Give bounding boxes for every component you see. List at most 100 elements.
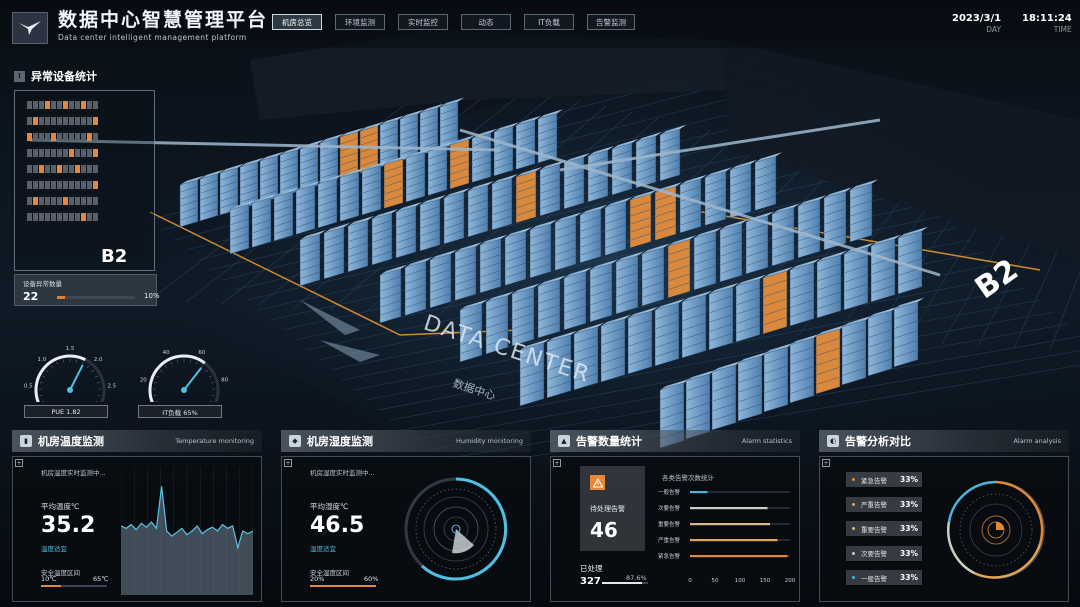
nav-tab-1[interactable]: 环境监测 (335, 14, 385, 30)
nav-tab-5[interactable]: 告警监测 (587, 14, 635, 30)
pending-alarm-count: 46 (590, 518, 618, 542)
alarm-bar[interactable] (690, 523, 770, 526)
alarm-x-tick: 200 (785, 578, 796, 584)
status-dot (852, 502, 855, 506)
alarm-category-label: 一般告警 (658, 488, 681, 496)
analysis-item-name: 重要告警 (861, 525, 887, 534)
gauge-tick: 60 (198, 350, 205, 356)
alarm-category-label: 次要告警 (658, 504, 681, 512)
pending-alarm-label: 待处理告警 (590, 505, 625, 513)
warning-icon: ! (14, 70, 25, 82)
it-load-gauge: 020406080100 (140, 350, 229, 402)
humidity-range-min: 20% (310, 575, 325, 583)
gauge-tick: 40 (163, 350, 170, 356)
pending-alarm-box[interactable]: 待处理告警 46 (580, 466, 645, 551)
alarm-category-label: 严重告警 (658, 536, 681, 544)
abnormal-section-title: ! 异常设备统计 (14, 68, 97, 84)
processed-label: 已处理 (580, 564, 603, 573)
gauge-tick: 1.5 (66, 346, 75, 352)
analysis-panel-header: ◐ 告警分析对比 Alarm analysis (819, 430, 1069, 452)
alarm-bar[interactable] (690, 491, 708, 494)
rack-floor-label: B2 (101, 246, 128, 267)
analysis-item-value: 33% (900, 524, 918, 533)
nav-tab-4[interactable]: IT负载 (524, 14, 574, 30)
humidity-avg-label: 平均湿度℃ (310, 502, 349, 511)
alarm-x-tick: 150 (760, 578, 771, 584)
nav-tab-3[interactable]: 动态 (461, 14, 511, 30)
expand-icon[interactable]: + (15, 459, 23, 467)
analysis-item-value: 33% (900, 499, 918, 509)
humidity-status: 湿度适宜 (310, 545, 336, 553)
alarm-bar[interactable] (690, 555, 788, 558)
analysis-item[interactable]: 严重告警 33% (846, 496, 922, 512)
expand-icon[interactable]: + (284, 459, 292, 467)
nav-tab-0[interactable]: 机房总览 (272, 14, 322, 30)
alarm-bar-chart: 一般告警次要告警重要告警严重告警紧急告警 0 50 100 150 200 (658, 488, 796, 584)
abnormal-progress-bar (57, 296, 135, 299)
abnormal-count-value: 22 (23, 290, 39, 303)
temperature-range-min: 10℃ (41, 575, 57, 583)
gauge-tick: 2.0 (94, 357, 103, 363)
processed-percent: 87.6% (626, 574, 647, 582)
processed-progress-bar (602, 582, 648, 584)
status-dot (852, 527, 855, 530)
alarm-chart-title: 各类告警次数统计 (662, 474, 714, 482)
alarm-x-tick: 100 (735, 578, 746, 584)
top-header: 数据中心智慧管理平台 Data center intelligent manag… (0, 0, 1080, 48)
gauge-tick: 1.0 (38, 357, 47, 363)
expand-icon[interactable]: + (822, 459, 830, 467)
analysis-item[interactable]: 次要告警 33% (846, 545, 922, 561)
temperature-line-chart (121, 467, 253, 595)
temperature-range-bar (41, 585, 107, 587)
pue-gauge: 00.51.01.52.02.53.0 (24, 346, 117, 402)
pue-label: PUE 1.82 (24, 405, 108, 418)
humidity-range-max: 60% (364, 575, 379, 583)
analytics-icon: ◐ (827, 435, 839, 447)
droplet-icon: ◆ (289, 435, 301, 447)
gauge-tick: 0.5 (24, 384, 33, 390)
expand-icon[interactable]: + (553, 459, 561, 467)
date-label: DAY (986, 25, 1002, 34)
date-value: 2023/3/1 (952, 13, 1002, 24)
alarm-x-tick: 0 (688, 578, 692, 584)
humidity-chart-title: 机房湿度实时监测中... (310, 469, 375, 477)
bird-logo-icon (19, 21, 41, 35)
analysis-item[interactable]: 重要告警 33% (846, 521, 922, 536)
temperature-avg-value: 35.2 (41, 513, 96, 538)
alarm-bar[interactable] (690, 507, 768, 510)
logo (12, 12, 48, 44)
analysis-item-value: 33% (900, 573, 918, 582)
alarm-category-label: 重要告警 (658, 520, 681, 528)
analysis-item[interactable]: 一般告警 33% (846, 570, 922, 585)
warning-icon: ▲ (558, 435, 570, 447)
status-dot (852, 551, 855, 555)
status-dot (852, 576, 855, 579)
gauge-tick: 80 (221, 378, 228, 384)
date-display: 2023/3/1 DAY (952, 13, 1001, 35)
top-nav-tabs: 机房总览 环境监测 实时监控 动态 IT负载 告警监测 (272, 14, 635, 30)
analysis-item-name: 严重告警 (861, 501, 887, 509)
abnormal-rack-map[interactable]: B2 (14, 90, 155, 271)
humidity-avg-value: 46.5 (310, 513, 365, 538)
humidity-panel: + 机房湿度实时监测中... 平均湿度℃ 46.5 湿度适宜 安全湿度区间 20… (281, 456, 531, 602)
analysis-item-value: 33% (900, 475, 918, 484)
alarm-bar[interactable] (690, 539, 778, 542)
alarm-x-tick: 50 (712, 578, 719, 584)
analysis-item[interactable]: 紧急告警 33% (846, 472, 922, 487)
analysis-item-value: 33% (900, 548, 918, 558)
time-value: 18:11:24 (1022, 13, 1072, 24)
humidity-range-bar (310, 585, 376, 587)
app-subtitle: Data center intelligent management platf… (58, 33, 247, 42)
alert-triangle-icon (590, 475, 605, 490)
status-dot (852, 478, 855, 481)
humidity-radar-gauge (404, 477, 508, 581)
time-label: TIME (1053, 25, 1072, 34)
temperature-status: 温度适宜 (41, 545, 67, 553)
app-title: 数据中心智慧管理平台 (58, 9, 269, 31)
abnormal-count-label: 设备异常数量 (23, 280, 62, 288)
abnormal-percent: 10% (144, 292, 160, 300)
analysis-item-name: 次要告警 (861, 550, 887, 558)
alarm-analysis-ring (947, 480, 1045, 579)
alarm-panel-header: ▲ 告警数量统计 Alarm statistics (550, 430, 800, 452)
nav-tab-2[interactable]: 实时监控 (398, 14, 448, 30)
